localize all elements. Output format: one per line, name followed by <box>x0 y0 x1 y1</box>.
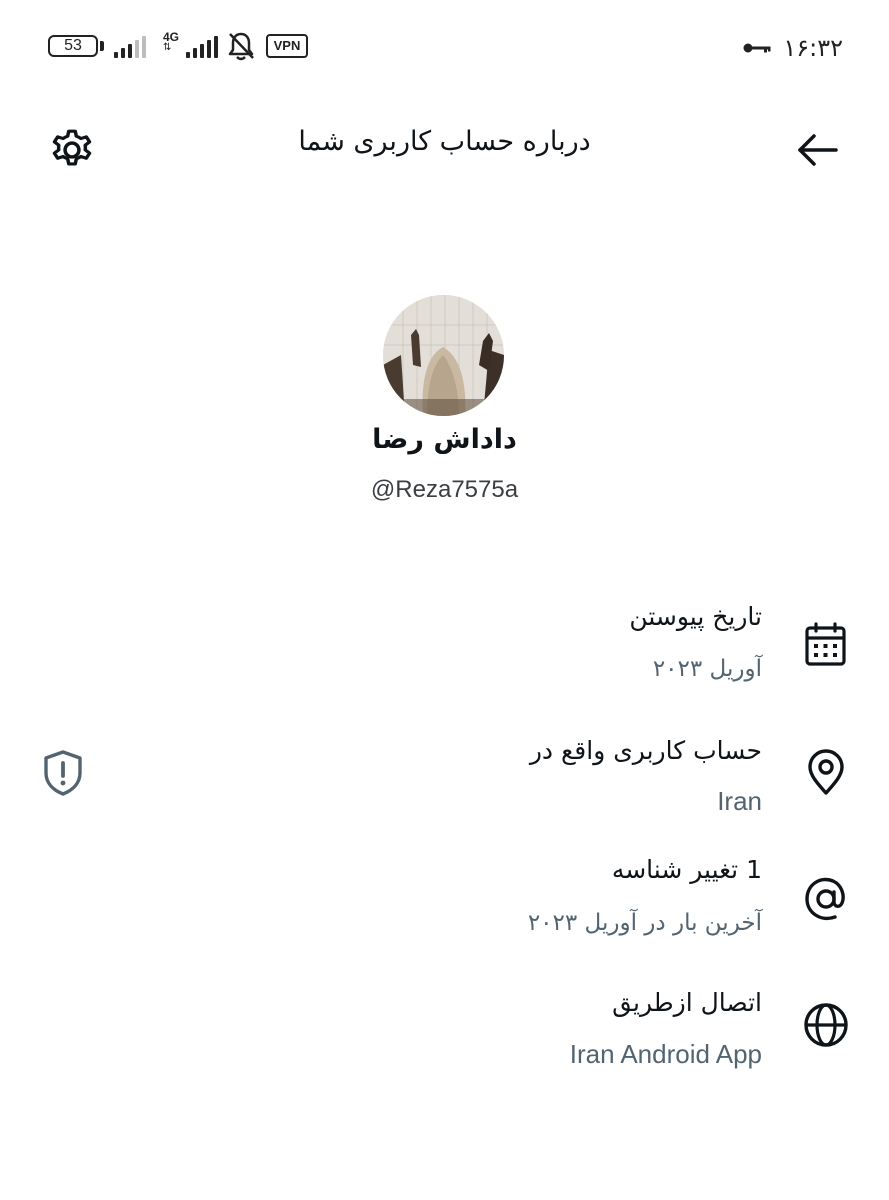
network-type-icon: 4G ⇅ <box>163 31 183 53</box>
profile-name: داداش رضا <box>372 424 517 455</box>
detail-title: 1 تغییر شناسه <box>611 855 762 884</box>
at-sign-icon <box>799 872 853 926</box>
status-time: ۱۶:۳۲ <box>783 34 843 62</box>
avatar[interactable] <box>383 295 504 416</box>
detail-value: Iran Android App <box>569 1039 762 1069</box>
calendar-icon <box>799 618 853 672</box>
detail-value: Iran <box>717 786 762 816</box>
vpn-badge: VPN <box>266 34 308 58</box>
back-button[interactable] <box>792 124 844 176</box>
detail-title: اتصال ازطریق <box>612 988 762 1017</box>
battery-indicator: 53 <box>48 35 98 57</box>
arrow-left-icon <box>798 134 838 166</box>
detail-value: آوریل ۲۰۲۳ <box>652 656 762 682</box>
signal-strength-icon <box>114 36 146 58</box>
shield-info-button[interactable] <box>40 747 86 799</box>
globe-icon <box>799 998 853 1052</box>
bell-muted-icon <box>226 30 256 62</box>
signal-strength-icon-2 <box>186 36 218 58</box>
detail-title: حساب کاربری واقع در <box>529 736 762 765</box>
profile-handle: @Reza7575a <box>370 476 519 503</box>
location-pin-icon <box>799 746 853 800</box>
detail-title: تاریخ پیوستن <box>629 602 762 631</box>
shield-icon <box>44 750 82 796</box>
battery-tip <box>100 41 104 51</box>
avatar-image <box>383 295 504 416</box>
page-title: درباره حساب کاربری شما <box>298 126 591 157</box>
detail-value: آخرین بار در آوریل ۲۰۲۳ <box>527 910 762 936</box>
key-icon <box>742 40 772 54</box>
